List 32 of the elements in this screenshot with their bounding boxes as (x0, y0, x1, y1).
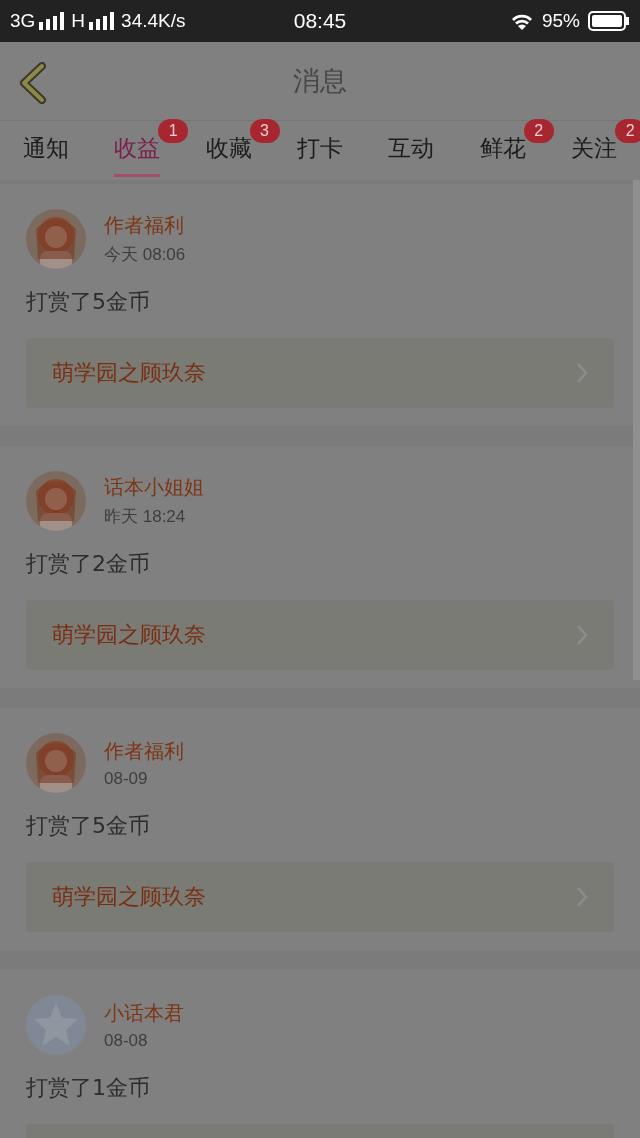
count-badge: 3 (249, 118, 280, 143)
tab[interactable]: 收藏 (205, 124, 252, 177)
sender-name[interactable]: 作者福利 (104, 737, 184, 765)
network-label: H (71, 10, 86, 32)
message-text: 打赏了1金币 (26, 1074, 151, 1102)
book-link[interactable]: 萌学园之顾玖奈 (26, 862, 614, 932)
page-title: 消息 (293, 64, 347, 98)
tab[interactable]: 互动 (388, 124, 435, 177)
message-time: 昨天 18:24 (104, 506, 187, 528)
tab[interactable]: 关注 (571, 124, 618, 177)
book-link[interactable]: 萌学园之顾玖奈 (26, 338, 614, 408)
sender-name[interactable]: 作者福利 (104, 212, 186, 239)
clock: 08:45 (293, 9, 347, 33)
sender-name[interactable]: 小话本君 (104, 999, 184, 1027)
count-badge: 2 (615, 118, 640, 143)
battery-text: 95% (541, 10, 580, 32)
network-label: 3G (10, 10, 36, 32)
speed-text: 34.4K/s (121, 10, 186, 32)
message-time: 08-08 (104, 1030, 149, 1051)
message-time: 今天 08:06 (104, 244, 186, 266)
count-badge: 2 (523, 118, 554, 143)
message-time: 08-09 (104, 768, 149, 789)
message-text: 打赏了5金币 (26, 288, 151, 316)
battery-icon (588, 11, 630, 31)
sender-name[interactable]: 话本小姐姐 (104, 474, 204, 501)
message-text: 打赏了5金币 (26, 812, 151, 840)
tab[interactable]: 通知 (22, 124, 69, 177)
count-badge: 1 (158, 118, 189, 143)
tab[interactable]: 鲜花 (479, 124, 526, 177)
book-link[interactable]: 萌学园之顾玖奈 (26, 600, 614, 670)
tab[interactable]: 打卡 (296, 124, 343, 177)
message-text: 打赏了2金币 (26, 550, 151, 578)
